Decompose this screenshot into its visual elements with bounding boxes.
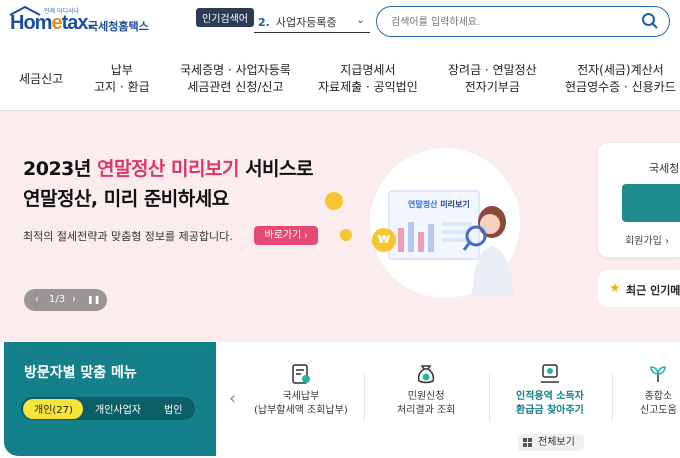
grid-icon bbox=[523, 438, 532, 447]
hero-description: 최적의 절세전략과 맞춤형 정보를 제공합니다. bbox=[23, 230, 233, 243]
nav-tax-filing[interactable]: 세금신고 bbox=[19, 71, 63, 88]
search-input[interactable] bbox=[391, 13, 621, 31]
popular-search-underline bbox=[254, 32, 370, 33]
popular-search-badge: 인기검색어 bbox=[196, 8, 254, 27]
view-all-label: 전체보기 bbox=[538, 437, 575, 448]
nav-e-invoice[interactable]: 전자(세금)계산서 현금영수증 · 신용카드 bbox=[565, 62, 676, 96]
nav-statements[interactable]: 지급명세서 자료제출 · 공익법인 bbox=[318, 62, 418, 96]
hero-title: 2023년 연말정산 미리보기 서비스로 bbox=[23, 158, 314, 180]
service-refund-finder[interactable]: 인적용역 소득자 환급금 찾아주기 bbox=[516, 362, 584, 418]
tab-sole-proprietor[interactable]: 개인사업자 bbox=[95, 401, 141, 416]
service-civil-request[interactable]: 민원신청 처리결과 조회 bbox=[397, 362, 455, 418]
visitor-menu-title: 방문자별 맞춤 메뉴 bbox=[24, 365, 137, 381]
star-icon: ★ bbox=[609, 281, 621, 296]
search-box[interactable] bbox=[376, 6, 670, 37]
hero-subtitle: 연말정산, 미리 준비하세요 bbox=[23, 188, 229, 210]
pause-icon[interactable]: ❚❚ bbox=[87, 289, 100, 311]
tax-payment-icon bbox=[292, 364, 310, 384]
recent-popular-label: 최근 인기메 bbox=[626, 284, 680, 297]
slide-pager: ‹ 1/3 › ❚❚ bbox=[24, 289, 107, 311]
site-name: 국세청홈택스 bbox=[88, 20, 149, 33]
pager-next-icon[interactable]: › bbox=[72, 289, 76, 311]
carousel-prev-icon[interactable]: ‹ bbox=[229, 388, 236, 409]
nav-certificate[interactable]: 국세증명 · 사업자등록 세금관련 신청/신고 bbox=[180, 62, 291, 96]
pager-count: 1/3 bbox=[49, 294, 66, 305]
hometax-logo[interactable]: 언제 어디서나 Hometax. 국세청홈택스 bbox=[6, 6, 156, 38]
won-coin-icon: ₩ bbox=[372, 228, 396, 252]
service-divider bbox=[364, 374, 365, 422]
join-link[interactable]: 회원가입 › bbox=[625, 232, 669, 247]
go-button[interactable]: 바로가기 › bbox=[254, 226, 318, 245]
nav-payment[interactable]: 납부 고지 · 환급 bbox=[94, 62, 150, 96]
tab-individual[interactable]: 개인(27) bbox=[34, 401, 73, 416]
service-tax-payment[interactable]: 국세납부 (납부할세액 조회납부) bbox=[254, 362, 348, 418]
money-bag-icon bbox=[418, 365, 435, 384]
login-title: 국세청 bbox=[649, 162, 680, 175]
refund-icon bbox=[540, 364, 559, 383]
nav-incentives[interactable]: 장려금 · 연말정산 전자기부금 bbox=[448, 62, 537, 96]
service-divider bbox=[489, 374, 490, 422]
service-comprehensive[interactable]: 종합소 신고도움 bbox=[640, 362, 677, 418]
coin-icon bbox=[340, 229, 352, 241]
plant-icon bbox=[650, 366, 667, 382]
tab-corporation[interactable]: 법인 bbox=[164, 401, 182, 416]
pager-prev-icon[interactable]: ‹ bbox=[35, 289, 39, 311]
woman-illustration bbox=[462, 206, 514, 296]
monitor-title: 연말정산 미리보기 bbox=[408, 200, 470, 209]
search-icon[interactable] bbox=[641, 12, 659, 30]
coin-icon bbox=[325, 192, 343, 210]
logo-wordmark: Hometax. bbox=[10, 12, 93, 34]
popular-search-term[interactable]: 2. 사업자등록증 bbox=[258, 14, 337, 30]
service-divider bbox=[612, 374, 613, 422]
chevron-down-icon[interactable]: ⌄ bbox=[356, 13, 365, 26]
login-button[interactable] bbox=[622, 184, 680, 222]
view-all-button[interactable]: 전체보기 bbox=[518, 434, 584, 451]
